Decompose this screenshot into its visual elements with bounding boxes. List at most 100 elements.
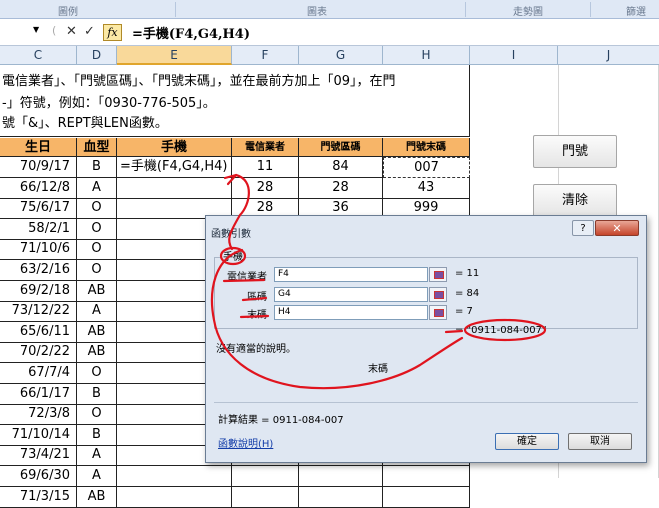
cell-carrier[interactable]: 28	[232, 177, 299, 199]
cell-blood-type[interactable]: AB	[77, 342, 117, 364]
cell-mobile[interactable]	[117, 177, 232, 199]
cell-blood-type[interactable]: AB	[77, 486, 117, 508]
header-birthday: 生日	[0, 138, 77, 157]
cell-birthday[interactable]: 58/2/1	[0, 218, 77, 240]
cell-blood-type[interactable]: O	[77, 198, 117, 220]
cell-blood-type[interactable]: AB	[77, 321, 117, 343]
header-blood-type: 血型	[77, 138, 117, 157]
cell-area-code[interactable]: 84	[299, 157, 383, 178]
cell-birthday[interactable]: 71/10/14	[0, 424, 77, 446]
cell-blood-type[interactable]: O	[77, 239, 117, 261]
enter-icon[interactable]: ✓	[84, 24, 95, 39]
cell-area-code[interactable]	[299, 466, 383, 487]
cell-mobile[interactable]	[117, 466, 232, 487]
cell-blood-type[interactable]: O	[77, 260, 117, 281]
ribbon-separator	[590, 2, 591, 17]
cell-carrier[interactable]	[232, 466, 299, 487]
cell-area-code[interactable]: 28	[299, 177, 383, 199]
argument-description: 末碼	[368, 364, 388, 375]
cell-suffix[interactable]: 007	[383, 157, 470, 178]
ribbon-group-chart[interactable]: 圖表	[307, 3, 327, 18]
cancel-icon[interactable]: ✕	[66, 24, 77, 39]
cell-birthday[interactable]: 70/2/22	[0, 342, 77, 364]
header-area-code: 門號區碼	[299, 138, 383, 157]
ribbon-strip: 圖例 圖表 走勢圖 篩選	[0, 0, 659, 19]
header-carrier: 電信業者	[232, 138, 299, 157]
cell-carrier[interactable]: 11	[232, 157, 299, 178]
name-box-dropdown-icon[interactable]: ▼	[33, 25, 39, 34]
cell-birthday[interactable]: 73/4/21	[0, 445, 77, 467]
ribbon-separator	[175, 2, 176, 17]
range-select-icon[interactable]	[429, 287, 447, 302]
dialog-divider	[214, 402, 638, 403]
column-header-i[interactable]: I	[470, 46, 558, 65]
ribbon-group-legend[interactable]: 圖例	[58, 3, 78, 18]
cell-birthday[interactable]: 71/3/15	[0, 486, 77, 508]
arg-result-area: = 84	[455, 288, 480, 299]
cell-blood-type[interactable]: B	[77, 157, 117, 178]
phone-button[interactable]: 門號	[533, 135, 617, 168]
cell-suffix[interactable]	[383, 486, 470, 508]
cell-blood-type[interactable]: O	[77, 404, 117, 426]
arg-label-area: 區碼	[247, 292, 267, 303]
column-header-h[interactable]: H	[383, 46, 470, 65]
cell-mobile[interactable]: =手機(F4,G4,H4)	[117, 157, 232, 178]
cell-blood-type[interactable]: A	[77, 177, 117, 199]
cell-birthday[interactable]: 73/12/22	[0, 301, 77, 323]
cell-birthday[interactable]: 66/1/17	[0, 383, 77, 405]
instruction-line-1: 電信業者」、「門號區碼」、「門號末碼」，並在最前方加上「09」，在門	[2, 74, 396, 89]
cell-suffix[interactable]	[383, 466, 470, 487]
cell-suffix[interactable]: 43	[383, 177, 470, 199]
cell-birthday[interactable]: 75/6/17	[0, 198, 77, 220]
column-header-c[interactable]: C	[0, 46, 77, 65]
column-header-g[interactable]: G	[299, 46, 383, 65]
cell-blood-type[interactable]: A	[77, 466, 117, 487]
function-result: = "0911-084-007"	[455, 325, 547, 336]
formula-bar	[0, 19, 659, 46]
cell-birthday[interactable]: 63/2/16	[0, 260, 77, 281]
cell-birthday[interactable]: 65/6/11	[0, 321, 77, 343]
cell-blood-type[interactable]: O	[77, 218, 117, 240]
function-description: 沒有適當的說明。	[216, 344, 296, 355]
cancel-button[interactable]: 取消	[568, 433, 632, 450]
arg-input-suffix[interactable]: H4	[274, 305, 428, 320]
column-header-e[interactable]: E	[117, 46, 232, 65]
range-select-icon[interactable]	[429, 267, 447, 282]
name-box[interactable]: ▼	[0, 22, 46, 43]
formula-input[interactable]: =手機(F4,G4,H4)	[132, 23, 250, 42]
cell-birthday[interactable]: 69/2/18	[0, 280, 77, 302]
range-select-icon[interactable]	[429, 305, 447, 320]
cell-carrier[interactable]	[232, 486, 299, 508]
function-help-link[interactable]: 函數說明(H)	[218, 435, 273, 450]
column-header-f[interactable]: F	[232, 46, 299, 65]
ribbon-group-filter[interactable]: 篩選	[626, 3, 646, 18]
arg-result-carrier: = 11	[455, 268, 480, 279]
cell-mobile[interactable]	[117, 486, 232, 508]
help-icon[interactable]: ?	[572, 220, 594, 236]
cell-birthday[interactable]: 66/12/8	[0, 177, 77, 199]
arg-input-carrier[interactable]: F4	[274, 267, 428, 282]
cell-birthday[interactable]: 70/9/17	[0, 157, 77, 178]
cell-birthday[interactable]: 72/3/8	[0, 404, 77, 426]
cell-blood-type[interactable]: O	[77, 363, 117, 384]
arg-input-area[interactable]: G4	[274, 287, 428, 302]
arg-label-carrier: 電信業者	[227, 272, 267, 283]
cell-blood-type[interactable]: A	[77, 301, 117, 323]
cell-area-code[interactable]	[299, 486, 383, 508]
insert-function-icon[interactable]: fx	[103, 24, 122, 41]
cell-blood-type[interactable]: B	[77, 383, 117, 405]
column-header-j[interactable]: J	[558, 46, 659, 65]
cell-birthday[interactable]: 67/7/4	[0, 363, 77, 384]
ribbon-group-sparkline[interactable]: 走勢圖	[513, 3, 543, 18]
calculation-result: 計算結果 = 0911-084-007	[218, 415, 344, 426]
header-suffix: 門號末碼	[383, 138, 470, 157]
close-icon[interactable]: ✕	[595, 220, 639, 236]
cell-blood-type[interactable]: AB	[77, 280, 117, 302]
cell-blood-type[interactable]: A	[77, 445, 117, 467]
clear-button[interactable]: 清除	[533, 184, 617, 217]
cell-birthday[interactable]: 71/10/6	[0, 239, 77, 261]
ok-button[interactable]: 確定	[495, 433, 559, 450]
cell-blood-type[interactable]: B	[77, 424, 117, 446]
column-header-d[interactable]: D	[77, 46, 117, 65]
cell-birthday[interactable]: 69/6/30	[0, 466, 77, 487]
